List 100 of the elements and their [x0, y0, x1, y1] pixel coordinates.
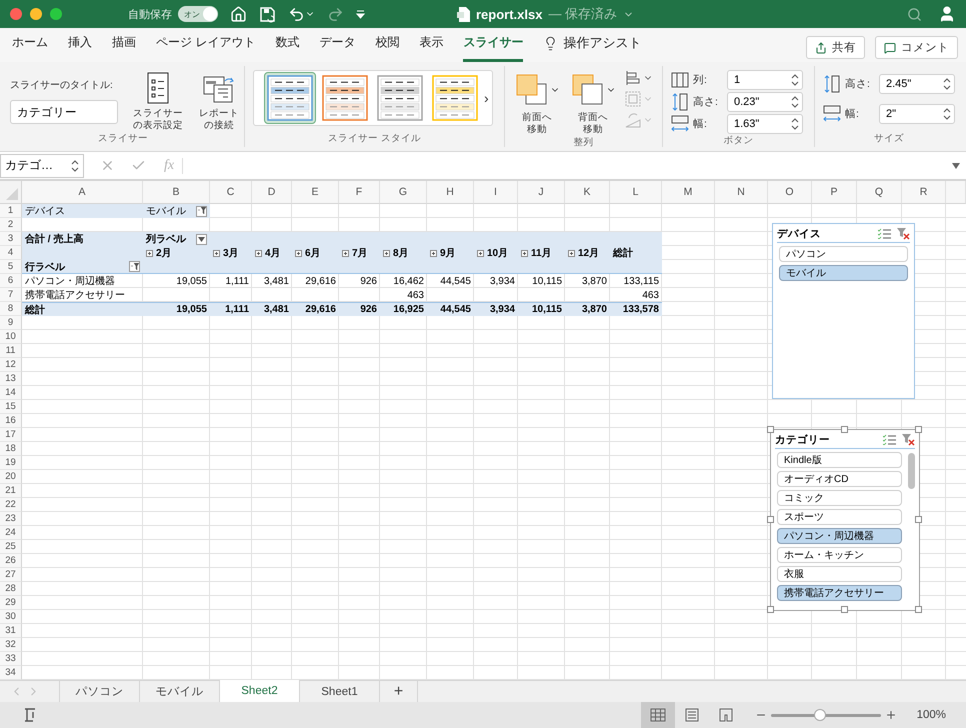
row-number[interactable]: 7 [0, 288, 22, 302]
expand-icon[interactable] [146, 250, 153, 256]
row-number[interactable]: 33 [0, 652, 22, 666]
macro-record-icon[interactable] [22, 707, 38, 723]
name-box[interactable]: カテゴ… [0, 154, 84, 178]
arrange-button[interactable] [625, 70, 653, 86]
expand-icon[interactable] [213, 250, 220, 256]
slicer-item[interactable]: パソコン・周辺機器 [777, 528, 902, 544]
expand-icon[interactable] [430, 250, 437, 256]
resize-handle[interactable] [767, 426, 774, 433]
comment-button[interactable]: コメント [875, 36, 958, 59]
row-number[interactable]: 29 [0, 596, 22, 610]
row-number[interactable]: 25 [0, 540, 22, 554]
row-number[interactable]: 26 [0, 554, 22, 568]
column-header[interactable]: A [22, 181, 143, 204]
resize-handle[interactable] [841, 606, 848, 613]
zoom-in-icon[interactable] [884, 709, 897, 721]
normal-view-button[interactable] [640, 702, 675, 728]
row-number[interactable]: 15 [0, 400, 22, 414]
number-field[interactable]: 1 [727, 70, 803, 90]
slicer-item[interactable]: パソコン [779, 246, 908, 262]
column-header[interactable]: B [143, 181, 210, 204]
slicer-style[interactable] [264, 72, 316, 124]
ribbon-tab[interactable]: 校閲 [375, 34, 400, 62]
clear-filter-icon[interactable] [902, 434, 915, 446]
home-icon[interactable] [230, 6, 247, 22]
row-number[interactable]: 32 [0, 638, 22, 652]
row-number[interactable]: 22 [0, 498, 22, 512]
save-icon[interactable] [259, 6, 276, 22]
scrollbar-thumb[interactable] [908, 453, 915, 489]
slicer-item[interactable]: オーディオCD [777, 471, 902, 487]
row-number[interactable]: 1 [0, 204, 22, 218]
column-header[interactable]: M [662, 181, 715, 204]
filter-button[interactable] [129, 261, 140, 272]
row-number[interactable]: 9 [0, 316, 22, 330]
column-header[interactable]: D [252, 181, 292, 204]
resize-handle[interactable] [767, 606, 774, 613]
row-number[interactable]: 6 [0, 274, 22, 288]
column-header[interactable]: L [610, 181, 662, 204]
column-header[interactable]: P [812, 181, 857, 204]
row-number[interactable]: 14 [0, 386, 22, 400]
multi-select-icon[interactable] [883, 434, 896, 445]
column-header[interactable]: G [380, 181, 427, 204]
resize-handle[interactable] [915, 426, 922, 433]
row-number[interactable]: 34 [0, 666, 22, 680]
column-header[interactable]: C [210, 181, 252, 204]
row-number[interactable]: 30 [0, 610, 22, 624]
row-number[interactable]: 27 [0, 568, 22, 582]
row-number[interactable]: 8 [0, 302, 22, 316]
ribbon-tab[interactable]: 挿入 [68, 34, 92, 62]
slicer-item[interactable]: モバイル [779, 265, 908, 281]
column-header[interactable]: Q [857, 181, 902, 204]
row-number[interactable]: 5 [0, 260, 22, 274]
row-number[interactable]: 3 [0, 232, 22, 246]
number-field[interactable]: 2" [879, 104, 955, 124]
number-field[interactable]: 1.63" [727, 114, 803, 134]
autosave-toggle[interactable]: オン [178, 6, 218, 22]
slicer-caption-field[interactable]: カテゴリー [10, 100, 118, 124]
bring-forward-button[interactable]: 前面へ 移動 [513, 72, 561, 136]
minimize-button[interactable] [30, 8, 42, 20]
share-button[interactable]: 共有 [806, 36, 865, 59]
row-number[interactable]: 19 [0, 456, 22, 470]
report-connections-button[interactable]: レポート の接続 [198, 72, 240, 132]
customize-toolbar-icon[interactable] [356, 10, 365, 18]
row-number[interactable]: 16 [0, 414, 22, 428]
expand-icon[interactable] [295, 250, 302, 256]
slicer-item[interactable]: Kindle版 [777, 452, 902, 468]
row-number[interactable]: 10 [0, 330, 22, 344]
ribbon-tab[interactable]: データ [319, 34, 356, 62]
column-header[interactable]: K [565, 181, 610, 204]
resize-handle[interactable] [915, 516, 922, 523]
expand-icon[interactable] [568, 250, 575, 256]
ribbon-tab[interactable]: 数式 [275, 34, 300, 62]
expand-formula-icon[interactable] [952, 162, 960, 168]
column-header[interactable]: R [902, 181, 946, 204]
zoom-button[interactable] [50, 8, 62, 20]
column-header[interactable]: N [715, 181, 768, 204]
row-number[interactable]: 12 [0, 358, 22, 372]
sheet-tab[interactable]: Sheet2 [220, 680, 300, 702]
search-icon[interactable] [907, 6, 922, 22]
tell-me-button[interactable]: 操作アシスト [543, 34, 642, 62]
row-number[interactable]: 2 [0, 218, 22, 232]
row-number[interactable]: 28 [0, 582, 22, 596]
column-header[interactable]: O [768, 181, 812, 204]
gallery-more-button[interactable]: › [484, 90, 489, 106]
row-number[interactable]: 31 [0, 624, 22, 638]
multi-select-icon[interactable] [878, 228, 891, 239]
row-number[interactable]: 11 [0, 344, 22, 358]
expand-icon[interactable] [383, 250, 390, 256]
row-number[interactable]: 18 [0, 442, 22, 456]
row-number[interactable]: 17 [0, 428, 22, 442]
dropdown-button[interactable] [196, 234, 207, 244]
resize-handle[interactable] [767, 516, 774, 523]
ribbon-tab[interactable]: 描画 [112, 34, 136, 62]
slicer-item[interactable]: コミック [777, 490, 902, 506]
column-header[interactable]: J [518, 181, 565, 204]
slicer-item[interactable]: スポーツ [777, 509, 902, 525]
column-header[interactable]: F [339, 181, 380, 204]
ribbon-tab[interactable]: 表示 [419, 34, 444, 62]
slicer-settings-button[interactable]: スライサー の表示設定 [132, 72, 184, 132]
